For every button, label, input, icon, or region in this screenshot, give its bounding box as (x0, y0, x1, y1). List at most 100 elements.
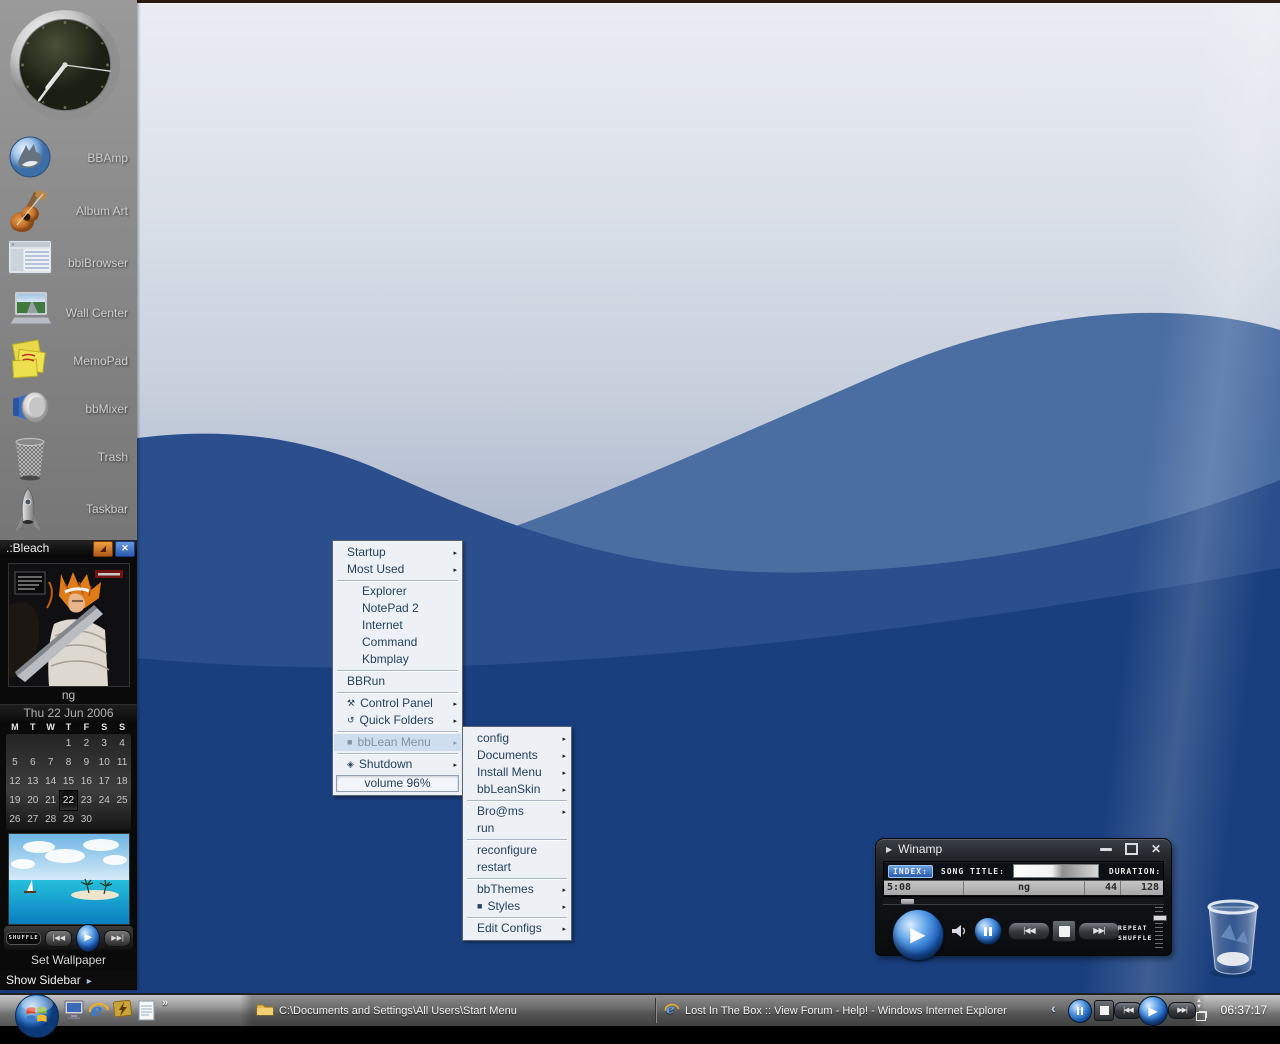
pause-button[interactable] (974, 917, 1002, 945)
title-scroll-bar[interactable] (1013, 864, 1099, 878)
calendar-day[interactable]: 18 (113, 772, 131, 791)
sidebar-item-bbamp[interactable]: BBAmp (0, 133, 137, 183)
calendar-day[interactable]: 2 (77, 734, 95, 753)
calendar-day[interactable]: 12 (6, 772, 24, 791)
play-button[interactable]: ▶ (892, 909, 944, 961)
menu-item-edit-configs[interactable]: Edit Configs▸ (464, 920, 570, 937)
sidebar-item-taskbar[interactable]: Taskbar (0, 484, 137, 534)
quick-launch-notepad-icon[interactable] (138, 999, 156, 1026)
menu-item-documents[interactable]: Documents▸ (464, 747, 570, 764)
analog-clock[interactable] (8, 8, 122, 122)
calendar-day[interactable]: 5 (6, 753, 24, 772)
set-wallpaper-button[interactable]: Set Wallpaper (0, 953, 137, 967)
calendar-day[interactable]: 15 (60, 772, 78, 791)
taskbar-task-internet-explorer[interactable]: e Lost In The Box :: View Forum - Help! … (664, 998, 1048, 1023)
calendar-day[interactable]: 25 (113, 791, 131, 810)
calendar-day[interactable]: 10 (95, 753, 113, 772)
calendar-day[interactable]: 27 (24, 810, 42, 829)
tray-play-button[interactable]: ▶ (1138, 996, 1168, 1026)
shuffle-button[interactable]: SHUFFLE (6, 932, 41, 945)
maximize-button[interactable] (1125, 843, 1138, 855)
quick-launch-overflow-chevron[interactable]: » (162, 997, 168, 1009)
menu-item-bbrun[interactable]: BBRun (334, 673, 461, 690)
calendar-day[interactable]: 28 (42, 810, 60, 829)
winamp-menu-arrow-icon[interactable]: ▶ (886, 845, 892, 854)
menu-item-startup[interactable]: Startup▸ (334, 544, 461, 561)
repeat-toggle[interactable]: REPEAT (1118, 923, 1152, 933)
sidebar-item-wall-center[interactable]: Wall Center (0, 288, 137, 338)
tray-stop-button[interactable] (1094, 1000, 1114, 1021)
tray-collapse-chevron[interactable]: ‹ (1051, 1000, 1056, 1016)
menu-item-bro-ms[interactable]: Bro@ms▸ (464, 803, 570, 820)
calendar-day[interactable]: 9 (77, 753, 95, 772)
calendar-day[interactable]: 4 (113, 734, 131, 753)
menu-item-internet[interactable]: Internet (334, 617, 461, 634)
calendar-day[interactable]: 21 (42, 791, 60, 810)
shuffle-toggle[interactable]: SHUFFLE (1118, 933, 1152, 943)
menu-item-bbleanskin[interactable]: bbLeanSkin▸ (464, 781, 570, 798)
menu-item-styles[interactable]: ■Styles▸ (464, 898, 570, 915)
calendar-day[interactable]: 19 (6, 791, 24, 810)
calendar-day[interactable]: 16 (77, 772, 95, 791)
previous-wallpaper-button[interactable]: |◀◀ (45, 930, 72, 947)
minimize-button[interactable] (1100, 848, 1112, 851)
previous-button[interactable]: |◀◀ (1008, 922, 1050, 940)
menu-item-shutdown[interactable]: ◈Shutdown▸ (334, 756, 461, 773)
calendar-day[interactable]: 7 (42, 753, 60, 772)
calendar-day[interactable]: 29 (60, 810, 78, 829)
calendar-day[interactable]: 8 (60, 753, 78, 772)
volume-slider[interactable] (1155, 907, 1163, 951)
menu-item-kbmplay[interactable]: Kbmplay (334, 651, 461, 668)
quick-launch-winamp-icon[interactable] (113, 999, 133, 1024)
sidebar-item-album-art[interactable]: Album Art (0, 186, 137, 236)
menu-item-bbthemes[interactable]: bbThemes▸ (464, 881, 570, 898)
seek-bar[interactable] (883, 899, 1164, 905)
wallpaper-preview-image[interactable] (8, 833, 130, 925)
quick-launch-internet-explorer-icon[interactable]: e (88, 999, 110, 1026)
calendar-day[interactable]: 1 (60, 734, 78, 753)
calendar-day[interactable]: 13 (24, 772, 42, 791)
tray-next-button[interactable]: ▶▶| (1168, 1002, 1196, 1019)
menu-item-config[interactable]: config▸ (464, 730, 570, 747)
recycle-bin-icon[interactable] (1203, 895, 1267, 986)
play-wallpaper-button[interactable]: ▶ (76, 924, 100, 952)
menu-item-most-used[interactable]: Most Used▸ (334, 561, 461, 578)
sidebar-item-bbmixer[interactable]: bbMixer (0, 384, 137, 434)
close-button[interactable]: ✕ (115, 541, 135, 557)
menu-item-restart[interactable]: restart (464, 859, 570, 876)
calendar-day[interactable]: 3 (95, 734, 113, 753)
calendar-day[interactable]: 30 (77, 810, 95, 829)
calendar-day[interactable]: 24 (95, 791, 113, 810)
menu-item-install-menu[interactable]: Install Menu▸ (464, 764, 570, 781)
winamp-titlebar[interactable]: ▶ Winamp ✕ (876, 839, 1171, 859)
bleach-panel-titlebar[interactable]: .:Bleach ◢ ✕ (0, 540, 137, 557)
calendar-day[interactable]: 20 (24, 791, 42, 810)
pin-button[interactable]: ◢ (93, 541, 113, 557)
calendar-day[interactable]: 26 (6, 810, 24, 829)
menu-item-reconfigure[interactable]: reconfigure (464, 842, 570, 859)
tray-pause-button[interactable] (1068, 999, 1092, 1023)
calendar-day[interactable]: 6 (24, 753, 42, 772)
start-button[interactable] (14, 993, 60, 1039)
menu-item-volume-96-[interactable]: volume 96% (336, 775, 459, 792)
seek-handle[interactable] (901, 899, 914, 904)
calendar-day-selected[interactable]: 22 (60, 791, 78, 810)
stop-button[interactable] (1052, 920, 1076, 942)
menu-item-run[interactable]: run (464, 820, 570, 837)
menu-item-bblean-menu[interactable]: ■bbLean Menu▸ (334, 734, 461, 751)
calendar-day[interactable]: 11 (113, 753, 131, 772)
sidebar-item-memopad[interactable]: MemoPad (0, 336, 137, 386)
menu-item-quick-folders[interactable]: ↺Quick Folders▸ (334, 712, 461, 729)
menu-item-control-panel[interactable]: ⚒Control Panel▸ (334, 695, 461, 712)
speaker-icon[interactable] (950, 923, 968, 944)
menu-item-command[interactable]: Command (334, 634, 461, 651)
next-wallpaper-button[interactable]: ▶▶| (104, 930, 131, 947)
calendar-day[interactable]: 23 (77, 791, 95, 810)
menu-item-notepad-2[interactable]: NotePad 2 (334, 600, 461, 617)
next-button[interactable]: ▶▶| (1078, 922, 1120, 940)
sidebar-item-bbibrowser[interactable]: bbiBrowser (0, 238, 137, 288)
volume-handle[interactable] (1153, 915, 1167, 921)
tray-scroll-arrows-icon[interactable]: ▲▼ (1196, 998, 1202, 1010)
taskbar-task-start-menu[interactable]: C:\Documents and Settings\All Users\Star… (256, 998, 650, 1023)
show-sidebar-button[interactable]: Show Sidebar▸ (0, 970, 137, 990)
